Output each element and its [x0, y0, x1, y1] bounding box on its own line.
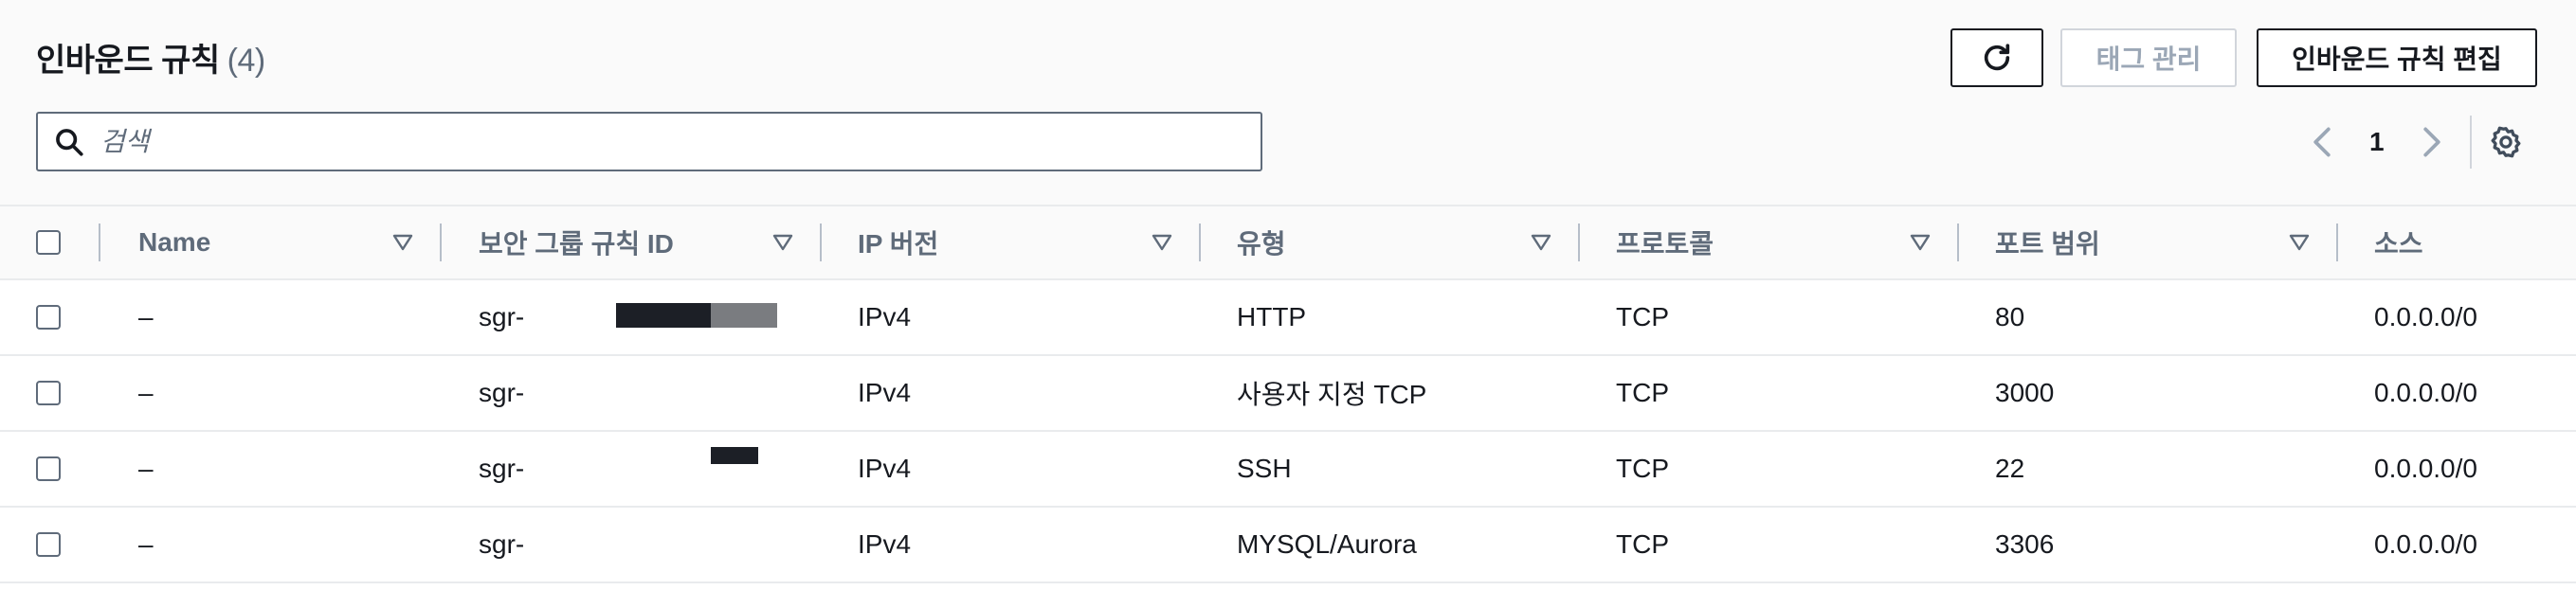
cell-name: – — [138, 302, 154, 331]
cell-ip-version: IPv4 — [858, 378, 912, 407]
current-page[interactable]: 1 — [2369, 117, 2385, 167]
sort-triangle-icon[interactable] — [392, 233, 413, 252]
row-checkbox[interactable] — [36, 305, 61, 330]
cell-rule-id: sgr- — [479, 378, 525, 407]
row-checkbox[interactable] — [36, 532, 61, 557]
previous-page-button[interactable] — [2311, 117, 2333, 167]
next-page-button[interactable] — [2421, 117, 2443, 167]
cell-protocol: TCP — [1616, 302, 1669, 331]
column-header-type[interactable]: 유형 — [1237, 206, 1286, 278]
column-header-name[interactable]: Name — [138, 206, 210, 278]
sort-triangle-icon[interactable] — [772, 233, 793, 252]
table-header: Name 보안 그룹 규칙 ID IP 버전 유형 프로토콜 포트 범위 소스 — [0, 205, 2576, 280]
column-header-protocol[interactable]: 프로토콜 — [1616, 206, 1714, 278]
cell-port-range: 3000 — [1995, 378, 2055, 407]
column-separator[interactable] — [1199, 224, 1201, 261]
cell-source: 0.0.0.0/0 — [2374, 302, 2477, 331]
column-header-port-range[interactable]: 포트 범위 — [1995, 206, 2100, 278]
redaction-bar — [711, 447, 758, 464]
manage-tags-button[interactable]: 태그 관리 — [2060, 28, 2237, 87]
sort-triangle-icon[interactable] — [1910, 233, 1931, 252]
table-row[interactable]: – sgr- IPv4 SSH TCP 22 0.0.0.0/0 — [0, 432, 2576, 508]
cell-port-range: 80 — [1995, 302, 2025, 331]
cell-port-range: 3306 — [1995, 529, 2055, 559]
column-separator — [99, 224, 100, 261]
cell-ip-version: IPv4 — [858, 302, 912, 331]
sort-triangle-icon[interactable] — [1152, 233, 1172, 252]
cell-name: – — [138, 378, 154, 407]
redaction-bar — [616, 303, 711, 328]
column-header-rule-id[interactable]: 보안 그룹 규칙 ID — [479, 206, 674, 278]
cell-ip-version: IPv4 — [858, 454, 912, 483]
table-row[interactable]: – sgr- IPv4 MYSQL/Aurora TCP 3306 0.0.0.… — [0, 508, 2576, 583]
cell-source: 0.0.0.0/0 — [2374, 454, 2477, 483]
inbound-rules-table: Name 보안 그룹 규칙 ID IP 버전 유형 프로토콜 포트 범위 소스 … — [0, 205, 2576, 583]
cell-type: SSH — [1237, 454, 1292, 483]
column-separator[interactable] — [1578, 224, 1580, 261]
cell-rule-id: sgr- — [479, 529, 525, 559]
select-all-checkbox[interactable] — [36, 230, 61, 255]
table-row[interactable]: – sgr- IPv4 HTTP TCP 80 0.0.0.0/0 — [0, 280, 2576, 356]
cell-ip-version: IPv4 — [858, 529, 912, 559]
redaction-bar — [711, 303, 777, 328]
search-icon — [56, 128, 83, 156]
cell-protocol: TCP — [1616, 529, 1669, 559]
row-checkbox[interactable] — [36, 456, 61, 481]
column-separator[interactable] — [1957, 224, 1959, 261]
column-header-source[interactable]: 소스 — [2374, 206, 2423, 278]
rule-count: (4) — [227, 43, 266, 79]
row-checkbox[interactable] — [36, 381, 61, 405]
cell-protocol: TCP — [1616, 454, 1669, 483]
title-text: 인바운드 규칙 — [36, 43, 220, 79]
pager-divider — [2470, 116, 2472, 169]
cell-type: MYSQL/Aurora — [1237, 529, 1417, 559]
sort-triangle-icon[interactable] — [2289, 233, 2310, 252]
table-row[interactable]: – sgr- IPv4 사용자 지정 TCP TCP 3000 0.0.0.0/… — [0, 356, 2576, 432]
cell-type: 사용자 지정 TCP — [1237, 380, 1427, 409]
refresh-icon — [1984, 44, 2010, 71]
cell-port-range: 22 — [1995, 454, 2025, 483]
edit-inbound-rules-button[interactable]: 인바운드 규칙 편집 — [2257, 28, 2537, 87]
cell-protocol: TCP — [1616, 378, 1669, 407]
panel-header: 인바운드 규칙(4) 태그 관리 인바운드 규칙 편집 1 — [0, 0, 2576, 205]
cell-name: – — [138, 529, 154, 559]
refresh-button[interactable] — [1950, 28, 2043, 87]
column-separator[interactable] — [2336, 224, 2338, 261]
chevron-left-icon — [2313, 127, 2331, 157]
sort-triangle-icon[interactable] — [1531, 233, 1551, 252]
page-title: 인바운드 규칙 (4) — [36, 34, 265, 80]
cell-source: 0.0.0.0/0 — [2374, 529, 2477, 559]
cell-source: 0.0.0.0/0 — [2374, 378, 2477, 407]
cell-rule-id: sgr- — [479, 454, 525, 483]
search-box[interactable] — [36, 112, 1262, 171]
column-header-ip-version[interactable]: IP 버전 — [858, 206, 938, 278]
cell-rule-id: sgr- — [479, 302, 525, 331]
table-settings-button[interactable] — [2489, 117, 2523, 167]
column-separator[interactable] — [440, 224, 442, 261]
search-input[interactable] — [99, 125, 1221, 158]
column-separator[interactable] — [820, 224, 822, 261]
cell-type: HTTP — [1237, 302, 1307, 331]
cell-name: – — [138, 454, 154, 483]
chevron-right-icon — [2423, 127, 2440, 157]
gear-icon — [2491, 126, 2521, 158]
